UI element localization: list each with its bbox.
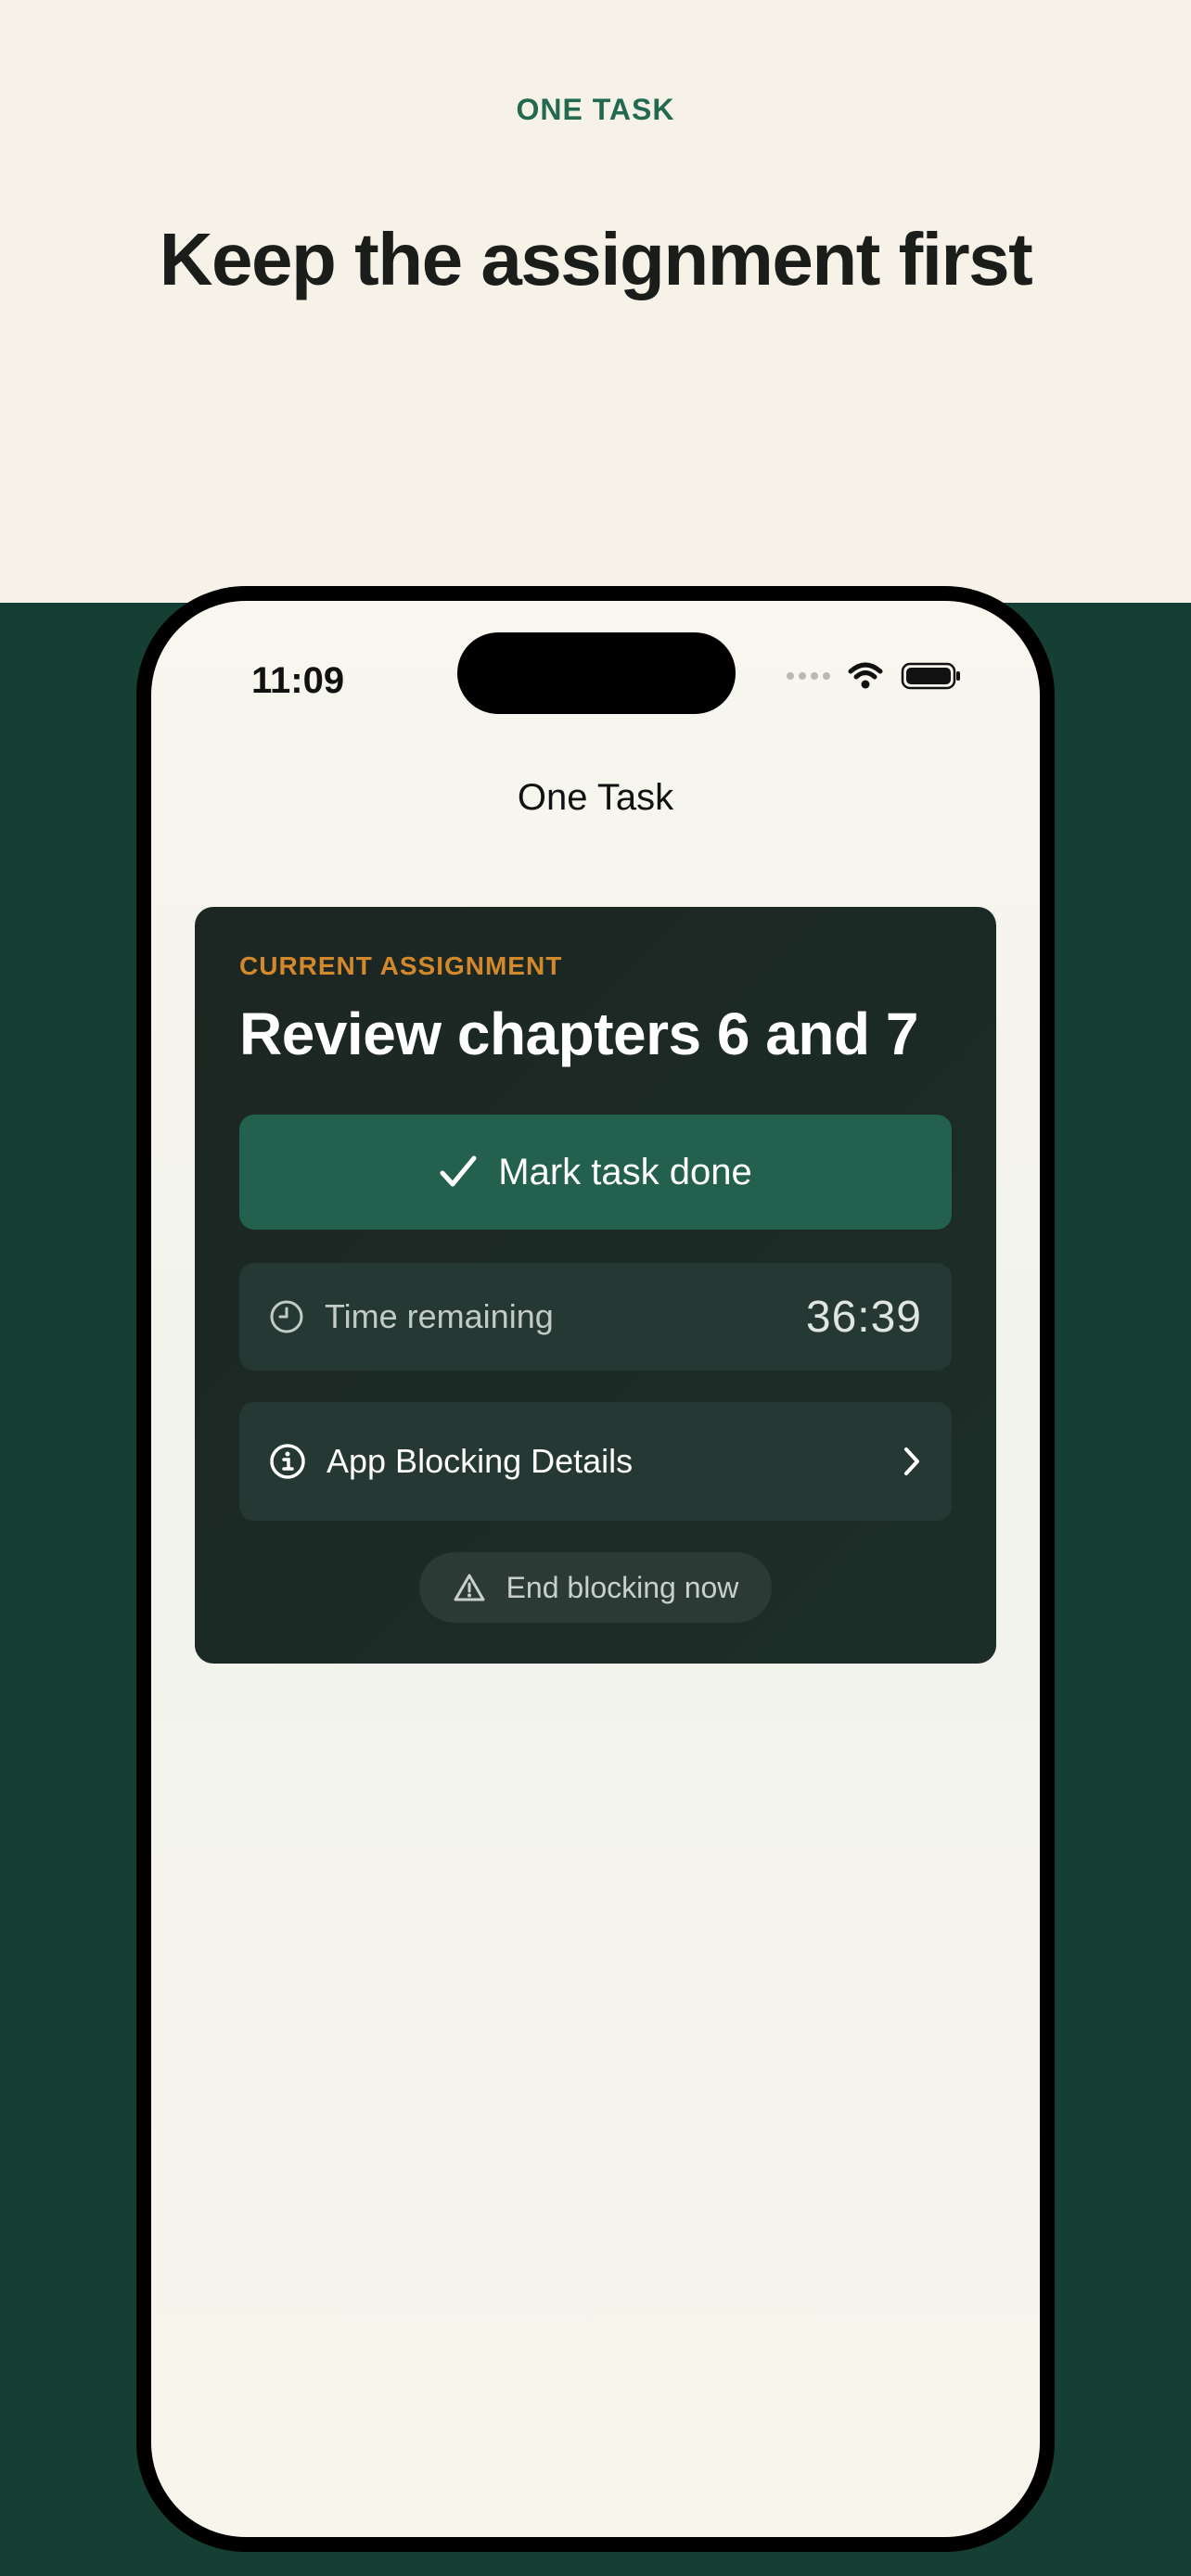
app-blocking-details-label: App Blocking Details xyxy=(327,1442,634,1480)
battery-icon xyxy=(901,662,962,690)
mark-task-done-button[interactable]: Mark task done xyxy=(239,1115,952,1230)
headline: Keep the assignment first xyxy=(159,218,1033,300)
phone-screen: 11:09 One Task CURRENT ASSIGNMENT Review… xyxy=(151,601,1040,2537)
eyebrow-label: ONE TASK xyxy=(516,93,675,126)
warning-icon xyxy=(453,1572,486,1603)
clock-icon xyxy=(269,1299,304,1334)
end-blocking-button[interactable]: End blocking now xyxy=(419,1552,772,1623)
time-remaining-label: Time remaining xyxy=(325,1297,554,1335)
status-time: 11:09 xyxy=(251,660,345,701)
phone-frame: 11:09 One Task CURRENT ASSIGNMENT Review… xyxy=(136,586,1055,2552)
dynamic-island xyxy=(457,632,736,714)
nav-title: One Task xyxy=(517,777,674,818)
chevron-right-icon xyxy=(902,1446,922,1477)
cellular-dots-icon xyxy=(787,672,830,680)
time-remaining-row: Time remaining 36:39 xyxy=(239,1263,952,1371)
info-icon xyxy=(269,1443,306,1480)
current-assignment-label: CURRENT ASSIGNMENT xyxy=(239,951,563,980)
mark-task-done-label: Mark task done xyxy=(498,1151,752,1192)
wifi-icon xyxy=(847,662,884,690)
app-blocking-details-row[interactable]: App Blocking Details xyxy=(239,1402,952,1521)
assignment-card: CURRENT ASSIGNMENT Review chapters 6 and… xyxy=(195,907,996,1664)
time-remaining-value: 36:39 xyxy=(805,1292,922,1342)
checkmark-icon xyxy=(439,1154,478,1190)
assignment-title: Review chapters 6 and 7 xyxy=(239,1001,918,1067)
status-icons xyxy=(787,662,962,690)
end-blocking-label: End blocking now xyxy=(506,1570,739,1604)
